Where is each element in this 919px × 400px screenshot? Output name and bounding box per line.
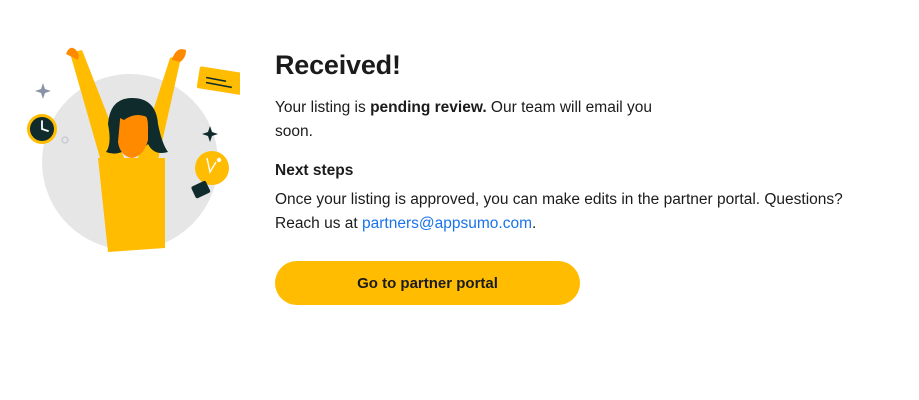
status-emphasis: pending review. — [370, 99, 487, 116]
status-message: Your listing is pending review. Our team… — [275, 96, 675, 144]
next-steps-suffix: . — [531, 215, 537, 232]
status-prefix: Your listing is — [275, 99, 371, 116]
celebrating-person-illustration — [27, 47, 240, 252]
next-steps-body: Once your listing is approved, you can m… — [275, 188, 875, 236]
clock-icon — [27, 114, 57, 144]
confirmation-content: Received! Your listing is pending review… — [275, 48, 875, 236]
partners-email-link[interactable]: partners@appsumo.com — [362, 215, 532, 232]
page-title: Received! — [275, 50, 401, 80]
go-to-partner-portal-button[interactable]: Go to partner portal — [275, 261, 580, 305]
note-card-icon — [196, 66, 240, 96]
next-steps-heading: Next steps — [275, 162, 354, 179]
next-steps-text: Once your listing is approved, you can m… — [275, 191, 843, 232]
sparkle-icon — [35, 83, 51, 99]
